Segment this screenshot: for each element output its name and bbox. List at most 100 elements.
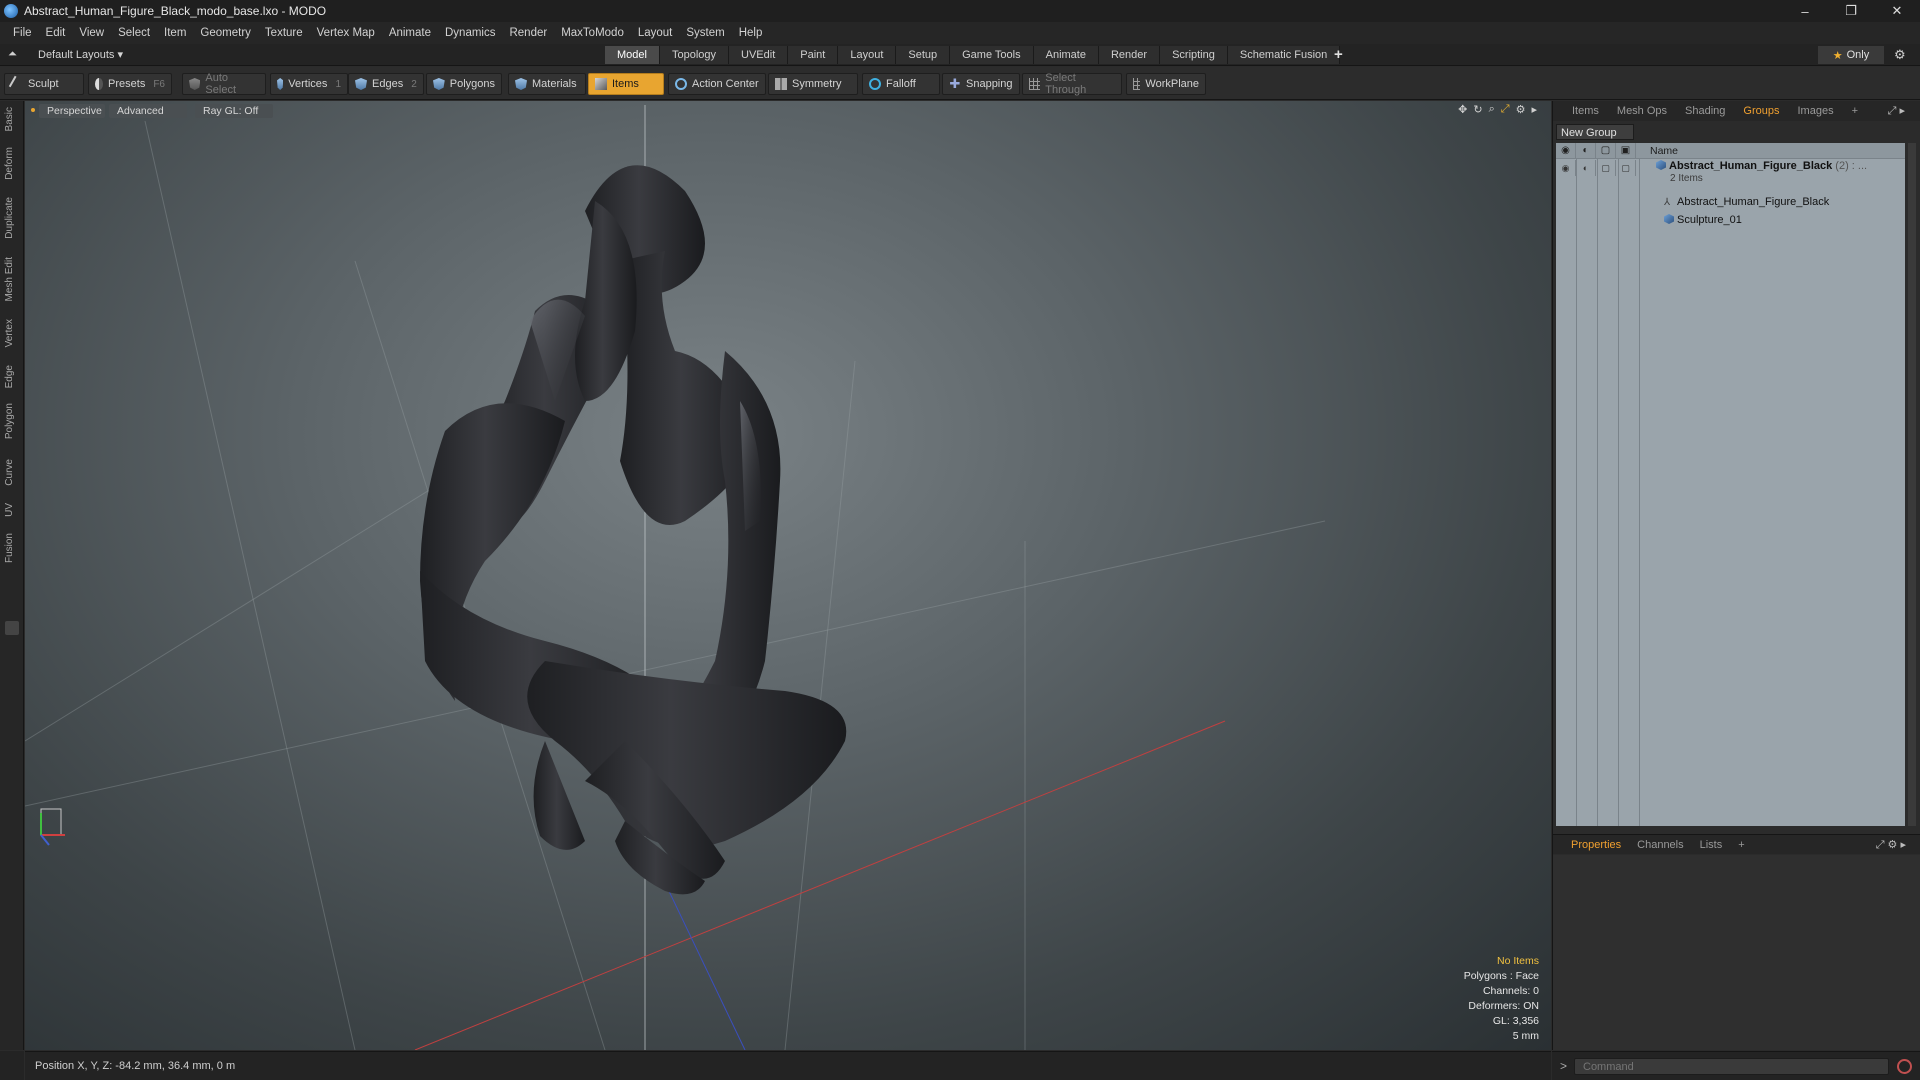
rotate-icon[interactable]: ↻ <box>1473 103 1482 116</box>
select-through-button[interactable]: Select Through <box>1022 72 1122 96</box>
menu-maxtomodo[interactable]: MaxToModo <box>554 27 631 39</box>
left-tab-vertex[interactable]: Vertex <box>4 319 15 347</box>
add-layout-tab-icon[interactable]: + <box>1334 46 1343 63</box>
left-tab-edge[interactable]: Edge <box>4 365 15 388</box>
menu-view[interactable]: View <box>72 27 111 39</box>
view-mode-button[interactable]: Perspective <box>39 104 105 118</box>
polygons-label: Polygons <box>449 78 495 90</box>
zoom-icon[interactable]: ⌕ <box>1489 103 1495 116</box>
tab-schematic-fusion[interactable]: Schematic Fusion <box>1227 46 1341 64</box>
left-tab-polygon[interactable]: Polygon <box>4 403 15 439</box>
menu-help[interactable]: Help <box>732 27 770 39</box>
title-bar: Abstract_Human_Figure_Black_modo_base.lx… <box>0 0 1920 22</box>
left-tab-mesh-edit[interactable]: Mesh Edit <box>4 257 15 301</box>
left-tab-duplicate[interactable]: Duplicate <box>4 197 15 239</box>
vertices-button[interactable]: Vertices 1 <box>270 73 348 95</box>
left-tab-uv[interactable]: UV <box>4 503 15 517</box>
polygons-button[interactable]: Polygons <box>426 73 502 95</box>
tab-topology[interactable]: Topology <box>659 46 730 64</box>
3d-viewport[interactable]: Perspective Advanced Ray GL: Off ✥ ↻ ⌕ ⤢… <box>25 101 1551 1050</box>
new-group-button[interactable]: New Group <box>1556 124 1634 140</box>
sculpt-button[interactable]: Sculpt <box>4 73 84 95</box>
menu-render[interactable]: Render <box>502 27 554 39</box>
menu-item[interactable]: Item <box>157 27 193 39</box>
tab-animate[interactable]: Animate <box>1033 46 1099 64</box>
menu-texture[interactable]: Texture <box>258 27 310 39</box>
tab-model[interactable]: Model <box>605 46 660 64</box>
add-tab-icon[interactable]: + <box>1730 839 1752 851</box>
menu-file[interactable]: File <box>6 27 39 39</box>
left-tab-curve[interactable]: Curve <box>4 459 15 486</box>
menu-dynamics[interactable]: Dynamics <box>438 27 502 39</box>
restore-button[interactable]: ❐ <box>1828 0 1874 22</box>
tab-mesh-ops[interactable]: Mesh Ops <box>1608 105 1676 117</box>
shading-mode-button[interactable]: Advanced <box>109 104 187 118</box>
tab-game-tools[interactable]: Game Tools <box>950 46 1034 64</box>
raygl-button[interactable]: Ray GL: Off <box>195 104 273 118</box>
name-column-header[interactable]: Name <box>1636 145 1678 157</box>
tab-setup[interactable]: Setup <box>896 46 951 64</box>
add-tab-icon[interactable]: + <box>1843 105 1867 117</box>
visibility-column-eye-icon[interactable]: ◉ <box>1556 142 1576 159</box>
menu-vertex-map[interactable]: Vertex Map <box>310 27 382 39</box>
snapping-button[interactable]: ✚ Snapping <box>942 73 1020 95</box>
group-lock-icon[interactable]: ▢ <box>1596 160 1616 176</box>
command-history-icon[interactable] <box>1897 1059 1912 1074</box>
minimize-button[interactable]: – <box>1782 0 1828 22</box>
tab-paint[interactable]: Paint <box>788 46 839 64</box>
only-toggle-button[interactable]: ★ Only <box>1818 46 1884 64</box>
menu-animate[interactable]: Animate <box>382 27 438 39</box>
tab-render[interactable]: Render <box>1098 46 1161 64</box>
tab-layout[interactable]: Layout <box>838 46 897 64</box>
left-tab-fusion[interactable]: Fusion <box>4 533 15 563</box>
items-button[interactable]: Items <box>588 73 664 95</box>
materials-button[interactable]: Materials <box>508 73 586 95</box>
group-row[interactable]: ◉ ◐ ▢ ▢ Abstract_Human_Figure_Black (2) … <box>1556 160 1905 184</box>
fit-icon[interactable]: ⤢ <box>1501 103 1510 116</box>
group-render-icon[interactable]: ◐ <box>1576 160 1596 176</box>
edges-button[interactable]: Edges 2 <box>348 73 424 95</box>
tab-images[interactable]: Images <box>1789 105 1843 117</box>
lock-column-icon[interactable]: ▢ <box>1596 142 1616 159</box>
gear-icon[interactable]: ⚙ <box>1894 47 1906 63</box>
tab-items[interactable]: Items <box>1563 105 1608 117</box>
layout-dropdown[interactable]: Default Layouts ▾ <box>38 48 123 61</box>
action-center-button[interactable]: Action Center <box>668 73 766 95</box>
presets-button[interactable]: Presets F6 <box>88 73 172 95</box>
group-select-icon[interactable]: ▢ <box>1616 160 1636 176</box>
tab-channels[interactable]: Channels <box>1629 839 1691 851</box>
list-item[interactable]: Sculpture_01 <box>1556 214 1905 226</box>
tab-scripting[interactable]: Scripting <box>1160 46 1228 64</box>
menu-select[interactable]: Select <box>111 27 157 39</box>
tab-properties[interactable]: Properties <box>1563 839 1629 851</box>
left-tab-basic[interactable]: Basic <box>4 107 15 131</box>
command-input[interactable] <box>1574 1058 1889 1075</box>
tab-uvedit[interactable]: UVEdit <box>729 46 789 64</box>
menu-geometry[interactable]: Geometry <box>193 27 258 39</box>
menu-edit[interactable]: Edit <box>39 27 73 39</box>
auto-select-button[interactable]: Auto Select <box>182 72 266 96</box>
expand-panel-icon[interactable]: ⤢ ▸ <box>1879 104 1914 118</box>
properties-panel-icons[interactable]: ⤢ ⚙ ▸ <box>1868 838 1914 852</box>
tab-shading[interactable]: Shading <box>1676 105 1734 117</box>
menu-layout[interactable]: Layout <box>631 27 680 39</box>
groups-scrollbar[interactable] <box>1908 143 1916 826</box>
list-item[interactable]: ⅄ Abstract_Human_Figure_Black <box>1556 196 1905 208</box>
menu-system[interactable]: System <box>679 27 731 39</box>
pan-icon[interactable]: ✥ <box>1458 103 1467 116</box>
close-button[interactable]: ✕ <box>1874 0 1920 22</box>
group-eye-icon[interactable]: ◉ <box>1556 160 1576 176</box>
workplane-button[interactable]: WorkPlane <box>1126 73 1206 95</box>
left-tab-deform[interactable]: Deform <box>4 147 15 180</box>
tab-lists[interactable]: Lists <box>1692 839 1731 851</box>
falloff-button[interactable]: Falloff <box>862 73 940 95</box>
viewport-menu-arrow-icon[interactable]: ▸ <box>1531 103 1537 116</box>
viewport-settings-icon[interactable]: ⚙ <box>1516 103 1526 116</box>
layout-toggle-icon[interactable]: ⏶ <box>8 48 22 62</box>
left-panel-toggle[interactable] <box>5 621 19 635</box>
gl-info: GL: 3,356 <box>1492 1015 1539 1027</box>
symmetry-button[interactable]: Symmetry <box>768 73 858 95</box>
render-column-icon[interactable]: ◐ <box>1576 142 1596 159</box>
select-column-icon[interactable]: ▣ <box>1616 142 1636 159</box>
tab-groups[interactable]: Groups <box>1734 105 1788 117</box>
